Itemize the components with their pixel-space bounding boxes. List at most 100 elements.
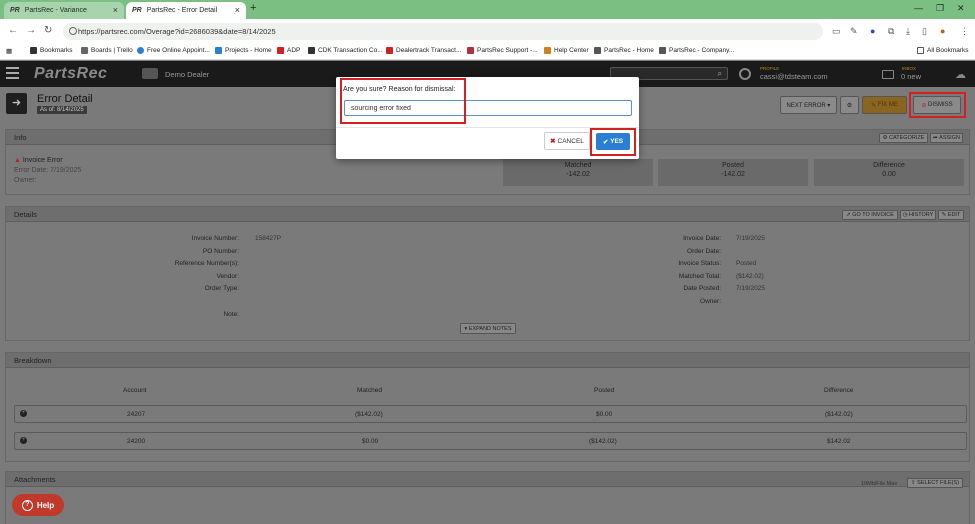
browser-toolbar: ← → ↻ https://partsrec.com/Overage?id=26… — [0, 19, 975, 44]
extensions-puzzle-icon[interactable]: ⧉ — [888, 26, 894, 37]
back-arrow-icon[interactable]: ← — [8, 25, 18, 36]
search-icon[interactable]: ⌕ — [718, 69, 722, 79]
address-bar[interactable]: https://partsrec.com/Overage?id=2686039&… — [63, 23, 823, 40]
close-tab-icon[interactable]: × — [235, 5, 240, 15]
next-error-button[interactable]: NEXT ERROR ▾ — [780, 96, 837, 114]
bookmark-item[interactable]: PartsRec - Home — [594, 47, 654, 54]
profile-email[interactable]: cassi@tdsteam.com — [760, 72, 828, 81]
cancel-button[interactable]: ✖ CANCEL — [544, 132, 590, 150]
note-label: Note: — [223, 311, 239, 318]
avatar[interactable]: ● — [940, 26, 945, 36]
bookmark-item[interactable]: Projects - Home — [215, 47, 272, 54]
invoice-status-value: Posted — [736, 260, 757, 267]
edit-button[interactable]: ✎ EDIT — [938, 210, 964, 220]
invoice-date-value: 7/19/2025 — [736, 235, 765, 242]
invoice-date-label: Invoice Date: — [683, 235, 721, 242]
fix-me-button[interactable]: ✎ FIX ME — [862, 96, 907, 114]
table-row[interactable]: + 24207 ($142.02) $0.00 ($142.02) — [14, 405, 967, 423]
hamburger-menu-icon[interactable] — [6, 67, 19, 79]
inbox-icon[interactable] — [882, 70, 894, 79]
settings-button[interactable]: ⚙ — [840, 96, 859, 114]
star-icon — [30, 47, 37, 54]
invoice-number-label: Invoice Number: — [191, 235, 239, 242]
apps-grid-icon[interactable]: ▦ — [6, 47, 12, 55]
adp-icon — [277, 47, 284, 54]
column-header-posted: Posted — [594, 387, 615, 394]
back-button[interactable]: ➜ — [6, 93, 27, 114]
reload-icon[interactable]: ↻ — [44, 25, 52, 36]
bookmark-item[interactable]: PartsRec - Company... — [659, 47, 734, 54]
bookmark-item[interactable]: ADP — [277, 47, 300, 54]
order-date-label: Order Date: — [687, 248, 721, 255]
minimize-icon[interactable]: — — [914, 3, 923, 13]
bookmark-item[interactable]: Boards | Trello — [81, 47, 133, 54]
globe-icon — [137, 47, 144, 54]
column-header-matched: Matched — [357, 387, 382, 394]
all-bookmarks[interactable]: All Bookmarks — [917, 47, 969, 54]
expand-plus-icon[interactable]: + — [20, 410, 27, 417]
partsrec-favicon-icon: PR — [132, 7, 142, 14]
categorize-button[interactable]: ⚙ CATEGORIZE — [879, 133, 928, 143]
arrow-left-icon: ➜ — [11, 97, 22, 109]
posted-stat: Posted -142.02 — [658, 159, 808, 186]
dealer-name[interactable]: Demo Dealer — [165, 70, 209, 79]
details-panel: Details ⇗ GO TO INVOICE ◷ HISTORY ✎ EDIT… — [5, 206, 970, 341]
cloud-upload-icon[interactable]: ☁ — [955, 68, 966, 81]
vendor-label: Vendor: — [216, 273, 239, 280]
support-icon — [467, 47, 474, 54]
url-text: https://partsrec.com/Overage?id=2686039&… — [78, 27, 276, 36]
edit-icon[interactable]: ✎ — [850, 26, 858, 37]
error-date: Error Date: 7/19/2025 — [14, 167, 82, 174]
wrench-icon: ✎ — [871, 102, 878, 109]
difference-cell: ($142.02) — [825, 411, 853, 418]
site-info-icon[interactable] — [69, 27, 77, 35]
select-files-button[interactable]: ⇪ SELECT FILE(S) — [907, 478, 963, 488]
question-icon: ? — [21, 499, 33, 511]
help-button[interactable]: ? Help — [12, 494, 64, 516]
bookmark-item[interactable]: Free Online Appoint... — [137, 47, 210, 54]
reason-highlight-box — [340, 78, 466, 124]
warning-icon: ▲ — [14, 157, 21, 164]
owner-label: Owner: — [700, 298, 721, 305]
history-button[interactable]: ◷ HISTORY — [900, 210, 936, 220]
breakdown-panel: Breakdown Account Matched Posted Differe… — [5, 352, 970, 462]
browser-tab-error-detail[interactable]: PR PartsRec - Error Detail × — [126, 2, 246, 19]
app-logo[interactable]: PartsRec — [34, 65, 107, 83]
bookmark-item[interactable]: Bookmarks — [30, 47, 73, 54]
bookmark-item[interactable]: Help Center — [544, 47, 589, 54]
bookmark-item[interactable]: PartsRec Support -... — [467, 47, 538, 54]
as-of-badge: As of: 8/14/2025 — [37, 106, 87, 114]
extension-icon[interactable]: ● — [870, 26, 875, 36]
dealertrack-icon — [386, 47, 393, 54]
matched-stat: Matched -142.02 — [503, 159, 653, 186]
bookmark-item[interactable]: CDK Transaction Co... — [308, 47, 383, 54]
table-row[interactable]: + 24200 $0.00 ($142.02) $142.02 — [14, 432, 967, 450]
menu-kebab-icon[interactable]: ⋮ — [960, 26, 969, 37]
profile-icon[interactable] — [739, 68, 751, 80]
page-icon[interactable]: ▭ — [832, 26, 841, 37]
details-panel-header: Details ⇗ GO TO INVOICE ◷ HISTORY ✎ EDIT — [6, 207, 969, 222]
close-tab-icon[interactable]: × — [113, 5, 118, 15]
attachments-panel: Attachments 10Mb/File Max ⇪ SELECT FILE(… — [5, 471, 970, 524]
date-posted-value: 7/19/2025 — [736, 285, 765, 292]
invoice-number-value: 158427P — [255, 235, 282, 242]
go-to-invoice-button[interactable]: ⇗ GO TO INVOICE — [842, 210, 898, 220]
expand-plus-icon[interactable]: + — [20, 437, 27, 444]
matched-total-label: Matched Total: — [678, 273, 721, 280]
close-icon: ✖ — [550, 138, 556, 145]
expand-notes-button[interactable]: ▾ EXPAND NOTES — [460, 323, 516, 334]
page-icon — [81, 47, 88, 54]
inbox-count[interactable]: 0 new — [901, 72, 921, 81]
download-icon[interactable]: ⤓ — [906, 26, 910, 37]
close-window-icon[interactable]: ✕ — [957, 3, 965, 14]
forward-arrow-icon[interactable]: → — [26, 25, 36, 36]
new-tab-icon[interactable]: + — [250, 2, 256, 14]
tab-label: PartsRec - Error Detail — [146, 7, 218, 14]
date-posted-label: Date Posted: — [683, 285, 721, 292]
assign-button[interactable]: ➦ ASSIGN — [930, 133, 963, 143]
restore-icon[interactable]: ❐ — [936, 3, 944, 14]
partsrec-favicon-icon: PR — [10, 7, 20, 14]
bookmark-item[interactable]: Dealertrack Transact... — [386, 47, 461, 54]
sidebar-icon[interactable]: ▯ — [922, 26, 927, 37]
browser-tab-variance[interactable]: PR PartsRec - Variance × — [4, 2, 124, 19]
